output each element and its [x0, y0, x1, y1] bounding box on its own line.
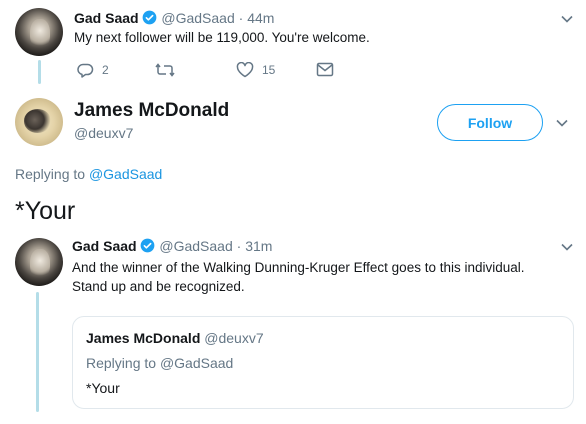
tweet2-text-line1: And the winner of the Walking Dunning-Kr…	[72, 260, 525, 275]
thread-line	[36, 292, 39, 412]
tweet2-author-name[interactable]: Gad Saad	[72, 238, 137, 254]
verified-icon	[143, 10, 157, 25]
avatar-gad-saad-2[interactable]	[15, 238, 63, 286]
dm-icon	[316, 62, 334, 77]
tweet-text: My next follower will be 119,000. You're…	[74, 30, 370, 45]
quoted-tweet-card[interactable]: James McDonald @deuxv7 Replying to @GadS…	[72, 316, 574, 409]
quoted-author-handle: @deuxv7	[204, 330, 264, 346]
dm-action[interactable]	[316, 62, 334, 77]
verified-icon	[141, 238, 155, 253]
reply-author-name[interactable]: James McDonald	[74, 100, 229, 122]
like-icon	[236, 62, 254, 78]
quoted-author-name: James McDonald	[86, 330, 201, 346]
tweet-header: Gad Saad @GadSaad · 44m	[74, 8, 274, 28]
reply-count: 2	[102, 63, 109, 77]
reply-action[interactable]: 2	[76, 62, 109, 78]
like-action[interactable]: 15	[236, 62, 275, 78]
thread-line	[38, 60, 41, 84]
quoted-header: James McDonald @deuxv7	[86, 330, 264, 346]
like-count: 15	[262, 63, 276, 77]
replying-to-line: Replying to @GadSaad	[15, 166, 162, 182]
replying-to-prefix: Replying to	[15, 166, 86, 182]
quoted-replying-to: @GadSaad	[159, 355, 234, 371]
retweet-icon	[155, 63, 175, 77]
avatar-gad-saad[interactable]	[15, 8, 63, 56]
quoted-text: *Your	[86, 380, 120, 396]
replying-to-link[interactable]: @GadSaad	[89, 166, 162, 182]
reply-author-handle[interactable]: @deuxv7	[74, 125, 133, 141]
quoted-replying-prefix: Replying to	[86, 355, 157, 371]
tweet2-text-line2: Stand up and be recognized.	[72, 279, 245, 294]
chevron-down-icon[interactable]	[560, 240, 574, 254]
chevron-down-icon[interactable]	[555, 116, 569, 130]
reply-icon	[77, 63, 94, 78]
follow-button[interactable]: Follow	[437, 104, 543, 141]
avatar-james-mcdonald[interactable]	[15, 98, 63, 146]
reply-text: *Your	[15, 197, 76, 225]
tweet-author-handle[interactable]: @GadSaad	[161, 10, 234, 26]
tweet2-header: Gad Saad @GadSaad · 31m	[72, 236, 272, 256]
retweet-action[interactable]	[155, 62, 175, 78]
tweet-author-name[interactable]: Gad Saad	[74, 10, 139, 26]
quoted-replying-line: Replying to @GadSaad	[86, 355, 233, 371]
tweet2-timestamp[interactable]: · 31m	[237, 238, 273, 254]
tweet-timestamp[interactable]: · 44m	[239, 10, 275, 26]
chevron-down-icon[interactable]	[560, 12, 574, 26]
tweet2-author-handle[interactable]: @GadSaad	[159, 238, 232, 254]
